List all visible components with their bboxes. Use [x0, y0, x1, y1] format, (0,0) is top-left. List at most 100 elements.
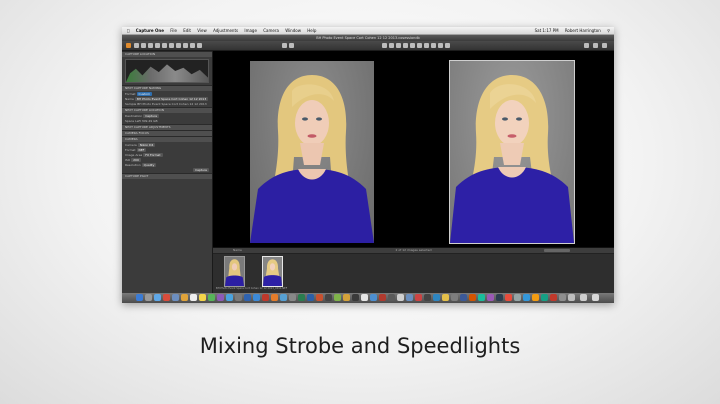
redo-icon[interactable]	[155, 43, 160, 48]
lens-icon[interactable]	[183, 43, 188, 48]
menu-image[interactable]: Image	[244, 28, 257, 33]
viewer-icon[interactable]	[289, 43, 294, 48]
browser-search-input[interactable]	[544, 249, 570, 252]
details-icon[interactable]	[190, 43, 195, 48]
viewer-photo-selected[interactable]	[449, 60, 575, 244]
sort-by-select[interactable]: Name	[233, 248, 242, 253]
downloads-stack-icon[interactable]	[568, 294, 575, 301]
app-icon[interactable]	[523, 294, 530, 301]
app-icon[interactable]	[496, 294, 503, 301]
app-icon[interactable]	[514, 294, 521, 301]
brush-icon[interactable]	[431, 43, 436, 48]
video-app-icon[interactable]	[379, 294, 386, 301]
launchpad-icon[interactable]	[145, 294, 152, 301]
word-icon[interactable]	[307, 294, 314, 301]
menu-help[interactable]: Help	[307, 28, 316, 33]
image-area-select[interactable]: FX Format	[143, 153, 163, 157]
naming-name-field[interactable]: BH Photo Event Space Cort Cohen 12 12 20…	[134, 97, 209, 101]
annotate-icon[interactable]	[445, 43, 450, 48]
apple-icon[interactable]: 	[127, 28, 129, 33]
utility-icon[interactable]	[397, 294, 404, 301]
panel-header[interactable]: NEXT CAPTURE LOCATION	[122, 107, 212, 113]
menu-edit[interactable]: Edit	[183, 28, 191, 33]
textedit-icon[interactable]	[361, 294, 368, 301]
color-icon[interactable]	[169, 43, 174, 48]
capture-button[interactable]: Capture	[193, 168, 209, 172]
documents-stack-icon[interactable]	[580, 294, 587, 301]
panel-header[interactable]: NEXT CAPTURE NAMING	[122, 85, 212, 91]
calendar-icon[interactable]	[190, 294, 197, 301]
app-icon[interactable]	[442, 294, 449, 301]
photoshop-icon[interactable]	[244, 294, 251, 301]
powerpoint-icon[interactable]	[316, 294, 323, 301]
settings-icon[interactable]	[584, 43, 589, 48]
help-icon[interactable]	[593, 43, 598, 48]
iso-select[interactable]: 200	[131, 158, 141, 162]
panel-header[interactable]: CAMERA	[122, 136, 212, 142]
app-icon[interactable]	[478, 294, 485, 301]
app-icon[interactable]	[505, 294, 512, 301]
activity-monitor-icon[interactable]	[352, 294, 359, 301]
format-select[interactable]: NEF	[136, 148, 147, 152]
app-icon[interactable]	[451, 294, 458, 301]
grid-view-icon[interactable]	[282, 43, 287, 48]
exposure-icon[interactable]	[176, 43, 181, 48]
evernote-icon[interactable]	[334, 294, 341, 301]
thumbnail[interactable]	[224, 256, 245, 287]
thumbnail-selected[interactable]	[262, 256, 283, 287]
menu-file[interactable]: File	[170, 28, 177, 33]
panel-header[interactable]: CAPTURE LOCATION	[122, 51, 212, 57]
app-icon[interactable]	[424, 294, 431, 301]
white-balance-picker-icon[interactable]	[424, 43, 429, 48]
menu-adjustments[interactable]: Adjustments	[213, 28, 238, 33]
app-icon[interactable]	[460, 294, 467, 301]
eraser-icon[interactable]	[438, 43, 443, 48]
system-preferences-icon[interactable]	[235, 294, 242, 301]
app-icon[interactable]	[469, 294, 476, 301]
contacts-icon[interactable]	[181, 294, 188, 301]
skype-icon[interactable]	[280, 294, 287, 301]
trash-icon[interactable]	[592, 294, 599, 301]
camera-select[interactable]: Nikon D4	[137, 143, 156, 147]
capture-one-icon[interactable]	[343, 294, 350, 301]
dropbox-icon[interactable]	[370, 294, 377, 301]
naming-format-select[interactable]: Custom	[136, 92, 153, 96]
app-icon[interactable]	[415, 294, 422, 301]
safari-icon[interactable]	[154, 294, 161, 301]
app-icon[interactable]	[487, 294, 494, 301]
menu-camera[interactable]: Camera	[263, 28, 279, 33]
mail-icon[interactable]	[172, 294, 179, 301]
app-icon[interactable]	[406, 294, 413, 301]
menubar-user[interactable]: Robert Harrington	[565, 28, 601, 33]
app-icon[interactable]	[532, 294, 539, 301]
warning-icon[interactable]	[602, 43, 607, 48]
excel-icon[interactable]	[298, 294, 305, 301]
zoom-icon[interactable]	[389, 43, 394, 48]
app-icon[interactable]	[541, 294, 548, 301]
itunes-icon[interactable]	[217, 294, 224, 301]
acrobat-icon[interactable]	[262, 294, 269, 301]
app-icon[interactable]	[559, 294, 566, 301]
chrome-icon[interactable]	[163, 294, 170, 301]
menu-view[interactable]: View	[197, 28, 207, 33]
destination-select[interactable]: Capture	[143, 114, 160, 118]
pan-icon[interactable]	[382, 43, 387, 48]
app-icon[interactable]	[550, 294, 557, 301]
menu-window[interactable]: Window	[285, 28, 301, 33]
crop-icon[interactable]	[396, 43, 401, 48]
metadata-icon[interactable]	[197, 43, 202, 48]
spotlight-search-icon[interactable]: ⚲	[607, 28, 610, 33]
lightroom-icon[interactable]	[253, 294, 260, 301]
notes-icon[interactable]	[199, 294, 206, 301]
resolution-select[interactable]: Quality	[141, 163, 157, 167]
export-icon[interactable]	[141, 43, 146, 48]
app-store-icon[interactable]	[226, 294, 233, 301]
capture-icon[interactable]	[134, 43, 139, 48]
viewer-photo[interactable]	[250, 61, 374, 243]
preview-icon[interactable]	[289, 294, 296, 301]
terminal-icon[interactable]	[325, 294, 332, 301]
library-icon[interactable]	[162, 43, 167, 48]
rotate-icon[interactable]	[403, 43, 408, 48]
spot-removal-icon[interactable]	[417, 43, 422, 48]
keystone-icon[interactable]	[410, 43, 415, 48]
